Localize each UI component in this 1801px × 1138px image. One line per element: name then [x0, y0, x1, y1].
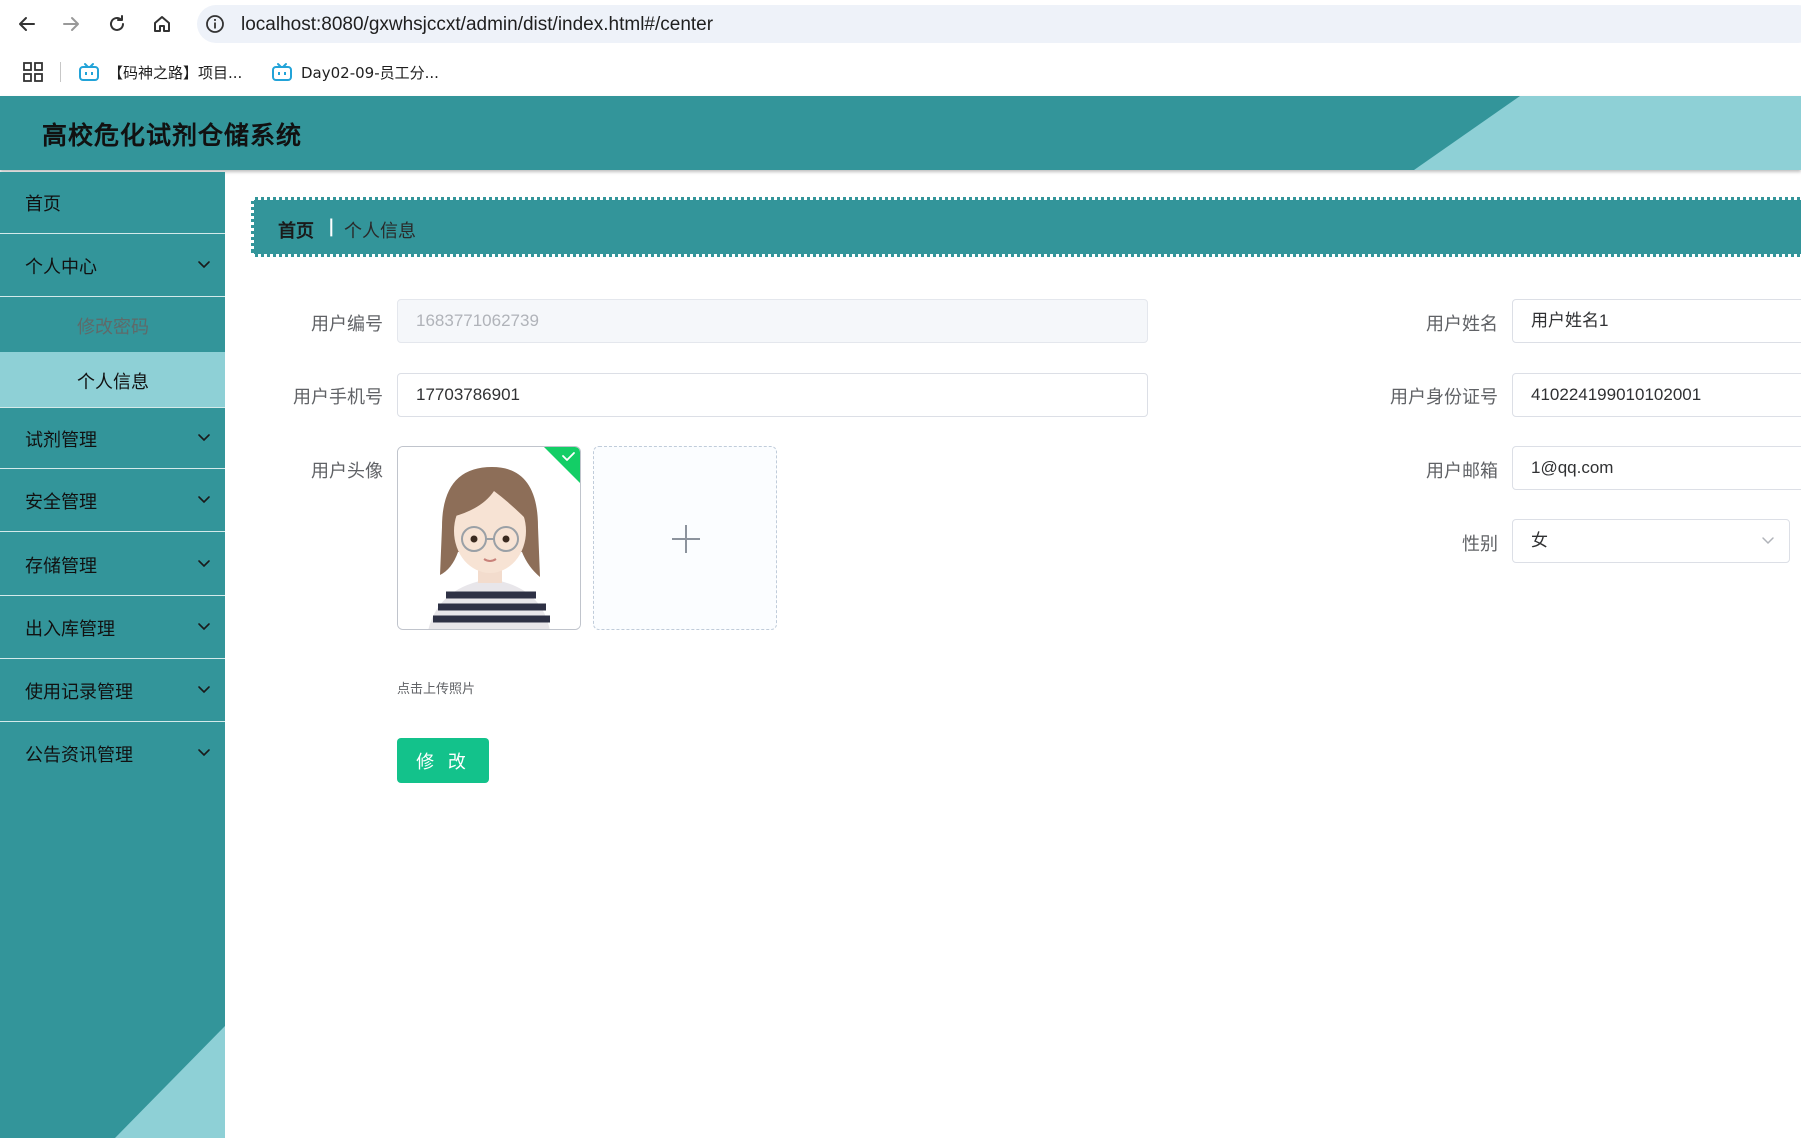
chevron-down-icon [1762, 537, 1774, 545]
sidebar-item-label: 公告资讯管理 [25, 745, 133, 766]
phone-field[interactable]: 17703786901 [397, 373, 1148, 417]
id-card-field[interactable]: 410224199010102001 [1512, 373, 1801, 417]
sidebar-subitem-change-password[interactable]: 修改密码 [0, 297, 225, 352]
sidebar: 首页 个人中心 修改密码 个人信息 试剂管理 安全管理 存储管理 出入库管理 使… [0, 172, 225, 1138]
browser-toolbar: localhost:8080/gxwhsjccxt/admin/dist/ind… [0, 0, 1801, 48]
apps-grid-icon[interactable] [22, 61, 44, 83]
breadcrumb: 首页 | 个人信息 [251, 197, 1801, 257]
sidebar-item-personal-center[interactable]: 个人中心 [0, 235, 225, 297]
sidebar-item-usage-records[interactable]: 使用记录管理 [0, 660, 225, 722]
sidebar-item-label: 首页 [25, 194, 61, 215]
address-bar[interactable]: localhost:8080/gxwhsjccxt/admin/dist/ind… [197, 5, 1801, 43]
email-field[interactable]: 1@qq.com [1512, 446, 1801, 490]
check-badge-icon [544, 447, 580, 483]
breadcrumb-home[interactable]: 首页 [278, 217, 314, 243]
home-icon[interactable] [148, 10, 176, 38]
chevron-down-icon [198, 496, 210, 504]
plus-icon [672, 525, 700, 553]
sidebar-item-reagent[interactable]: 试剂管理 [0, 407, 225, 469]
bookmark-label: Day02-09-员工分... [301, 63, 439, 82]
bookmark-item[interactable]: 【码神之路】项目... [78, 58, 242, 86]
chevron-down-icon [198, 686, 210, 694]
phone-label: 用户手机号 [293, 387, 383, 408]
bookmark-label: 【码神之路】项目... [108, 63, 243, 82]
email-label: 用户邮箱 [1426, 461, 1498, 482]
sidebar-item-label: 出入库管理 [25, 619, 115, 640]
sidebar-item-inout[interactable]: 出入库管理 [0, 597, 225, 659]
chevron-down-icon [198, 623, 210, 631]
sidebar-item-label: 试剂管理 [25, 430, 97, 451]
submit-button[interactable]: 修 改 [397, 738, 489, 783]
avatar-upload-button[interactable] [593, 446, 777, 630]
breadcrumb-separator: | [328, 216, 335, 237]
avatar[interactable] [397, 446, 581, 630]
avatar-label: 用户头像 [311, 461, 383, 482]
back-icon[interactable] [13, 10, 41, 38]
chevron-up-icon [198, 261, 210, 269]
sidebar-item-label: 修改密码 [77, 317, 149, 338]
sidebar-item-home[interactable]: 首页 [0, 172, 225, 234]
reload-icon[interactable] [103, 10, 131, 38]
gender-select-value: 女 [1531, 531, 1548, 550]
url-text[interactable]: localhost:8080/gxwhsjccxt/admin/dist/ind… [241, 14, 713, 36]
sidebar-item-storage[interactable]: 存储管理 [0, 534, 225, 596]
sidebar-item-announcements[interactable]: 公告资讯管理 [0, 723, 225, 785]
breadcrumb-current: 个人信息 [344, 221, 416, 242]
user-name-field[interactable]: 用户姓名1 [1512, 299, 1801, 343]
bookmark-item[interactable]: Day02-09-员工分... [271, 58, 439, 86]
sidebar-item-label: 安全管理 [25, 492, 97, 513]
id-card-label: 用户身份证号 [1390, 387, 1498, 408]
sidebar-item-label: 存储管理 [25, 556, 97, 577]
bookmark-divider [60, 62, 61, 82]
forward-icon[interactable] [57, 10, 85, 38]
app-header: 高校危化试剂仓储系统 [0, 96, 1801, 170]
site-info-icon[interactable] [205, 14, 225, 34]
sidebar-decoration [115, 1026, 225, 1138]
sidebar-item-safety[interactable]: 安全管理 [0, 470, 225, 532]
chevron-down-icon [198, 434, 210, 442]
upload-tip: 点击上传照片 [397, 682, 476, 697]
sidebar-subitem-personal-info[interactable]: 个人信息 [0, 352, 225, 407]
sidebar-item-label: 个人中心 [25, 257, 97, 278]
chevron-down-icon [198, 749, 210, 757]
user-id-label: 用户编号 [311, 314, 383, 335]
sidebar-item-label: 使用记录管理 [25, 682, 133, 703]
bookmarks-bar: 【码神之路】项目... Day02-09-员工分... [0, 48, 1801, 96]
gender-select[interactable]: 女 [1512, 519, 1790, 563]
bilibili-icon [272, 63, 292, 81]
user-name-label: 用户姓名 [1426, 314, 1498, 335]
user-id-field[interactable]: 1683771062739 [397, 299, 1148, 343]
chevron-down-icon [198, 560, 210, 568]
sidebar-item-label: 个人信息 [77, 372, 149, 393]
bilibili-icon [79, 63, 99, 81]
app-title: 高校危化试剂仓储系统 [42, 121, 303, 150]
gender-label: 性别 [1462, 534, 1498, 555]
